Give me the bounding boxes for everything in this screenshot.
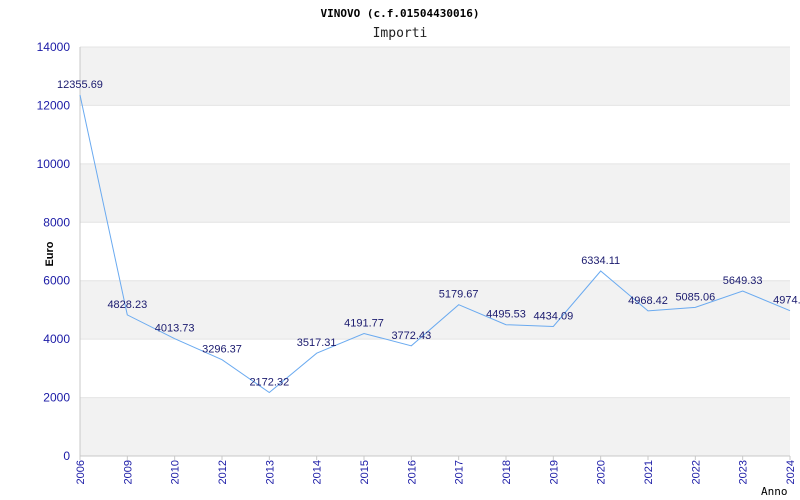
grid-band — [80, 397, 790, 456]
data-label: 5179.67 — [439, 289, 479, 301]
x-tick-label: 2012 — [217, 460, 229, 484]
x-tick-label: 2024 — [785, 460, 797, 484]
x-tick-label: 2010 — [170, 460, 182, 484]
y-tick-label: 14000 — [37, 40, 71, 54]
data-label: 4968.42 — [628, 295, 668, 307]
y-axis-label: Euro — [44, 241, 56, 266]
x-tick-label: 2019 — [548, 460, 560, 484]
x-tick-label: 2020 — [596, 460, 608, 484]
data-label: 6334.11 — [581, 255, 620, 267]
series-line — [79, 94, 791, 394]
x-tick-label: 2014 — [312, 460, 324, 484]
x-tick-label: 2018 — [501, 460, 513, 484]
x-tick-label: 2016 — [406, 460, 418, 484]
data-label: 4974.0 — [773, 295, 800, 307]
x-axis-label: Anno — [761, 485, 788, 498]
y-tick-label: 12000 — [37, 98, 71, 112]
data-label: 4191.77 — [344, 318, 384, 330]
x-tick-label: 2015 — [359, 460, 371, 484]
y-tick-label: 0 — [63, 449, 70, 463]
y-tick-label: 6000 — [43, 274, 70, 288]
x-tick-label: 2021 — [643, 460, 655, 484]
data-label: 4013.73 — [155, 323, 195, 335]
y-tick-label: 8000 — [43, 215, 70, 229]
x-tick-label: 2009 — [122, 460, 134, 484]
data-labels: 12355.69 4828.23 4013.73 3296.37 2172.32 3517… — [57, 79, 800, 388]
y-tick-label: 2000 — [43, 391, 70, 405]
data-label: 2172.32 — [249, 377, 289, 389]
y-tick-label: 10000 — [37, 157, 71, 171]
data-label: 3296.37 — [202, 344, 242, 356]
data-label: 3772.43 — [391, 330, 431, 342]
data-label: 3517.31 — [297, 337, 337, 349]
x-tick-label: 2023 — [738, 460, 750, 484]
x-tick-label: 2017 — [454, 460, 466, 484]
data-label: 4495.53 — [486, 309, 526, 321]
line-chart: 02000400060008000100001200014000 2006 200… — [37, 7, 800, 498]
chart-subtitle: Importi — [373, 26, 428, 41]
data-label: 5085.06 — [675, 291, 715, 303]
y-tick-label: 4000 — [43, 332, 70, 346]
grid-band — [80, 163, 790, 223]
x-axis-ticks: 2006 2009 2010 2012 2013 2014 2015 2016 2017 2018… — [75, 456, 797, 484]
data-label: 4434.09 — [533, 310, 573, 322]
grid-bands — [80, 46, 790, 457]
grid-band — [80, 47, 790, 106]
chart-title: VINOVO (c.f.01504430016) — [321, 7, 480, 20]
data-label: 12355.69 — [57, 79, 103, 91]
x-tick-label: 2013 — [264, 460, 276, 484]
data-label: 4828.23 — [107, 299, 147, 311]
x-tick-label: 2006 — [75, 460, 87, 484]
x-tick-label: 2022 — [690, 460, 702, 484]
data-label: 5649.33 — [723, 275, 763, 287]
